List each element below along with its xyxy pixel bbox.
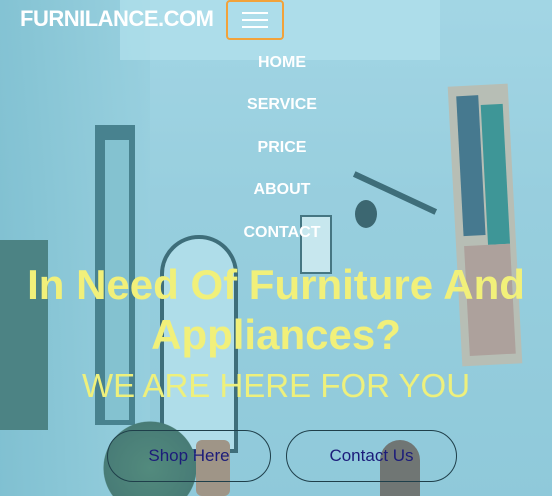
- nav-item-price[interactable]: PRICE: [232, 139, 332, 157]
- nav-item-contact[interactable]: CONTACT: [232, 224, 332, 242]
- brand-logo[interactable]: FURNILANCE.COM: [20, 6, 214, 32]
- hero-headline: In Need Of Furniture And Appliances?: [0, 260, 552, 360]
- contact-us-button[interactable]: Contact Us: [286, 430, 457, 482]
- hamburger-icon-bar: [242, 19, 268, 21]
- hero-headline-line2: Appliances?: [151, 311, 401, 358]
- hero-headline-line1: In Need Of Furniture And: [27, 261, 525, 308]
- menu-toggle-button[interactable]: [226, 0, 284, 40]
- nav-item-home[interactable]: HOME: [232, 54, 332, 72]
- nav-item-about[interactable]: ABOUT: [232, 181, 332, 199]
- hamburger-icon-bar: [242, 12, 268, 14]
- hero-section: [0, 0, 552, 496]
- hero-subtitle: WE ARE HERE FOR YOU: [81, 367, 471, 404]
- shop-here-button[interactable]: Shop Here: [107, 430, 271, 482]
- color-overlay: [0, 0, 552, 496]
- hamburger-icon-bar: [242, 26, 268, 28]
- nav-item-service[interactable]: SERVICE: [232, 96, 332, 114]
